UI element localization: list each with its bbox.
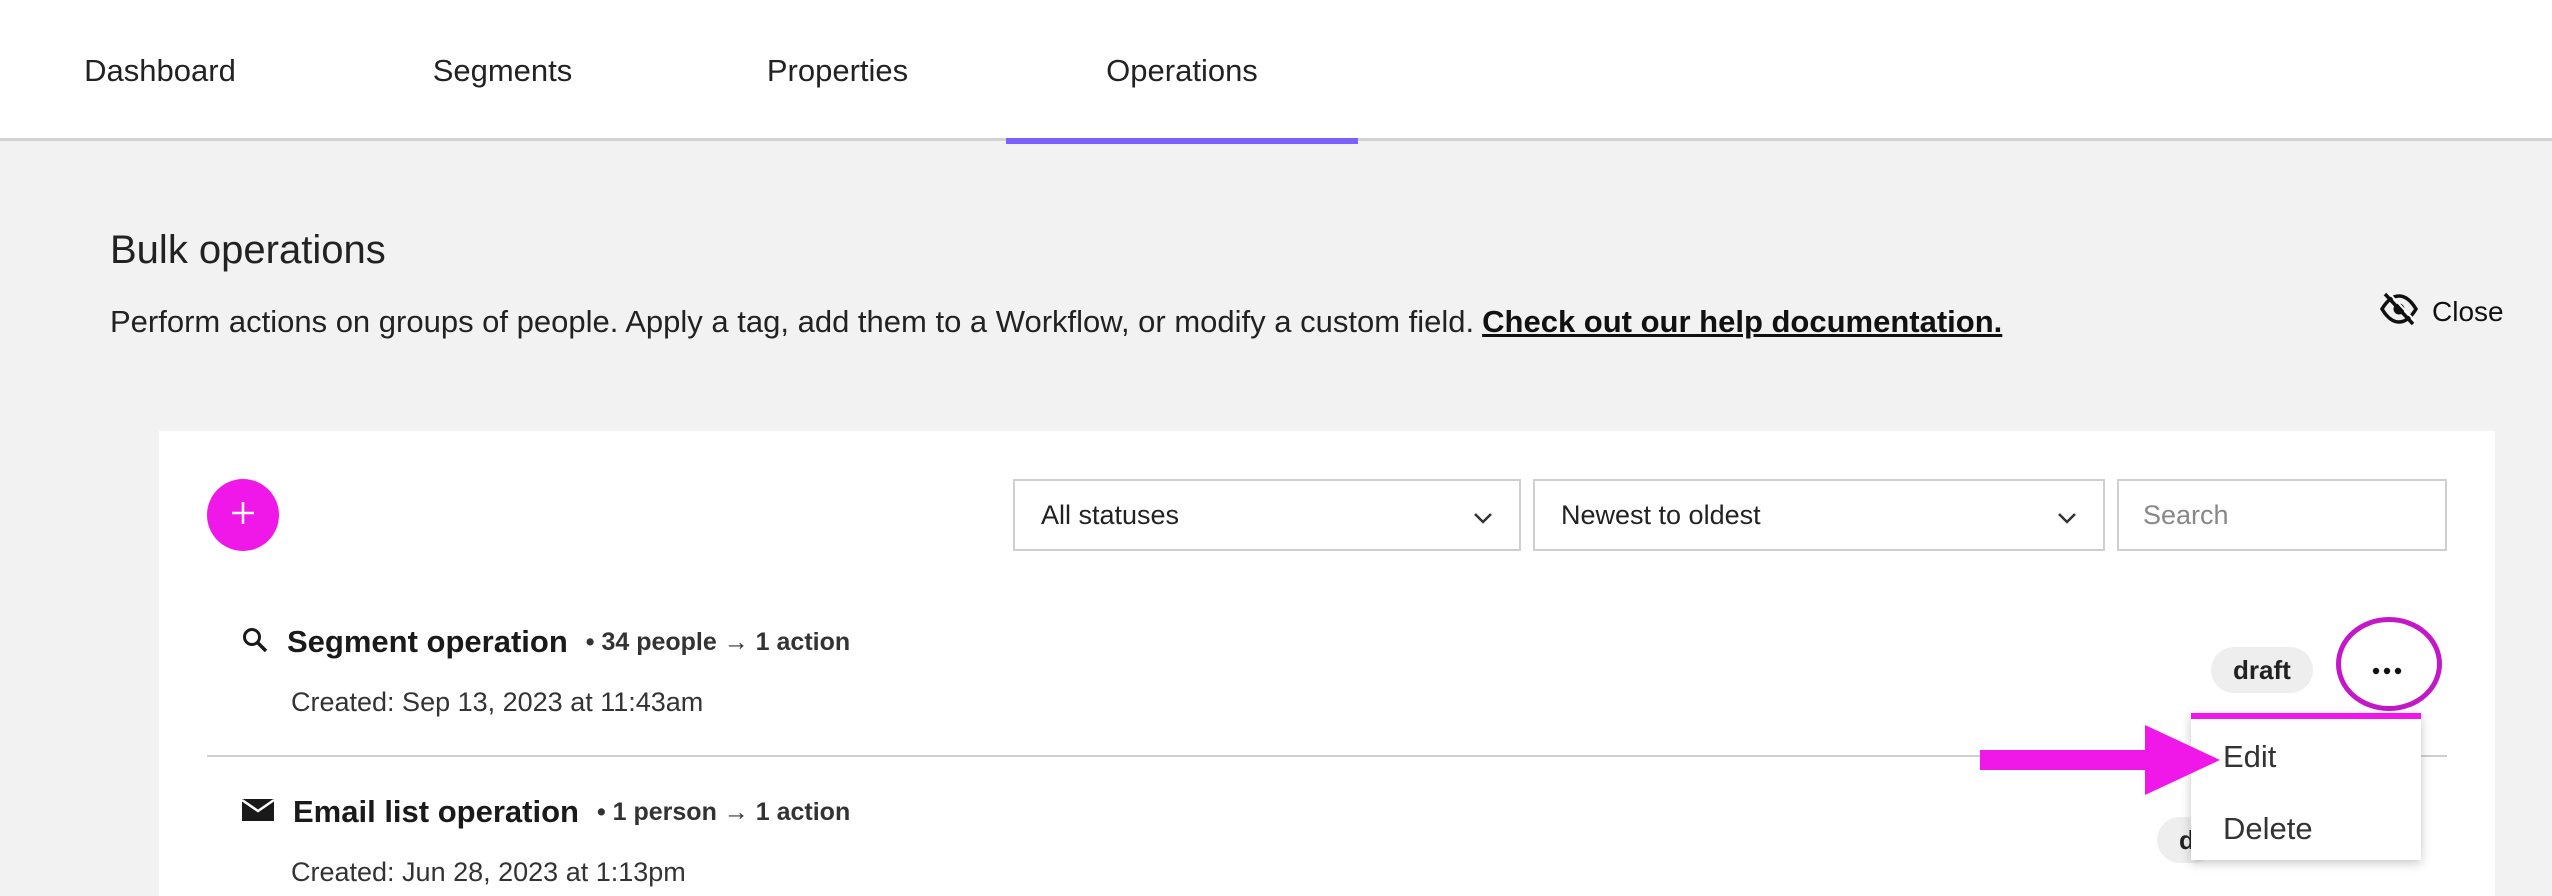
status-filter-select[interactable]: All statuses [1013,479,1521,551]
tab-dashboard[interactable]: Dashboard [55,0,265,141]
actions-menu: Edit Delete [2191,713,2421,860]
operation-name[interactable]: Email list operation [293,794,579,830]
more-dots-icon [2372,662,2402,680]
tab-properties[interactable]: Properties [740,0,935,141]
search-icon [241,626,269,659]
more-actions-button[interactable] [2347,639,2427,703]
search-input[interactable] [2117,479,2447,551]
operation-name[interactable]: Segment operation [287,624,568,660]
operation-meta: • 1 person → 1 action [596,797,851,826]
eye-off-icon [2379,290,2419,333]
tab-operations[interactable]: Operations [1006,0,1358,144]
list-item: Segment operation • 34 people → 1 action… [207,617,2447,737]
page-title: Bulk operations [110,228,386,272]
close-button[interactable]: Close [2379,290,2504,333]
top-navigation: Dashboard Segments Properties Operations [0,0,2552,144]
add-operation-button[interactable] [207,479,279,551]
status-badge: draft [2211,647,2313,693]
envelope-icon [241,797,275,828]
operation-title: Segment operation • 34 people → 1 action [241,617,850,667]
chevron-down-icon [2057,500,2077,531]
list-item: Email list operation • 1 person → 1 acti… [207,787,2447,896]
menu-item-delete[interactable]: Delete [2223,811,2313,847]
operation-created: Created: Sep 13, 2023 at 11:43am [291,687,704,717]
sort-value: Newest to oldest [1561,499,1761,530]
operation-created: Created: Jun 28, 2023 at 1:13pm [291,857,686,887]
operations-card: All statuses Newest to oldest Segment op… [159,431,2495,896]
status-filter-value: All statuses [1041,499,1180,530]
operation-meta: • 34 people → 1 action [585,627,851,656]
chevron-down-icon [1473,500,1493,531]
menu-item-edit[interactable]: Edit [2223,739,2276,775]
sort-select[interactable]: Newest to oldest [1533,479,2105,551]
tab-segments[interactable]: Segments [400,0,605,141]
plus-icon [230,500,256,531]
page-description: Perform actions on groups of people. App… [110,304,2002,340]
description-text: Perform actions on groups of people. App… [110,304,1475,339]
help-documentation-link[interactable]: Check out our help documentation. [1482,304,2002,339]
operation-title: Email list operation • 1 person → 1 acti… [241,787,850,837]
annotation-arrow-icon [1980,725,2220,795]
close-label: Close [2432,296,2504,327]
